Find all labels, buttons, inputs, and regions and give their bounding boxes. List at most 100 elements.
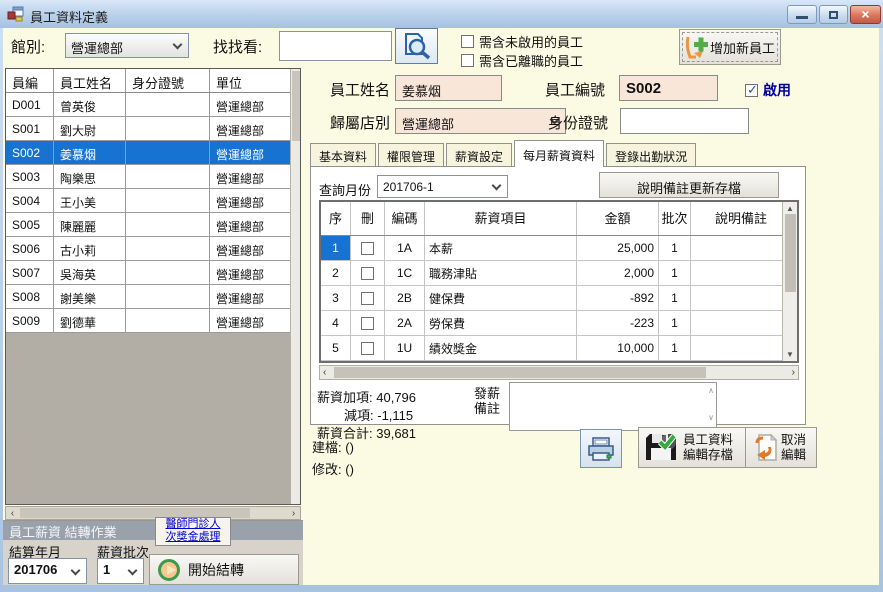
salary-table-row[interactable]: 42A勞保費-2231	[321, 311, 797, 336]
tab-basic-info[interactable]: 基本資料	[310, 143, 376, 167]
column-header: 序	[321, 202, 351, 235]
employee-list-cell: S009	[6, 309, 54, 332]
employee-list-cell: 營運總部	[210, 237, 300, 260]
delete-checkbox[interactable]	[351, 311, 385, 335]
add-employee-button[interactable]: 增加新員工	[679, 29, 781, 65]
employee-list-cell: S007	[6, 261, 54, 284]
salary-table-horizontal-scrollbar[interactable]: ‹ ›	[319, 365, 799, 380]
cancel-button-label: 取消編輯	[781, 433, 806, 463]
employee-list-row[interactable]: S001劉大尉營運總部	[6, 117, 300, 141]
scroll-right-icon[interactable]: ›	[792, 367, 795, 378]
employee-list-cell: 姜慕烟	[54, 141, 126, 164]
include-unactivated-checkbox[interactable]: 需含未啟用的員工	[461, 32, 583, 51]
salary-table-row[interactable]: 32B健保費-8921	[321, 286, 797, 311]
query-month-combobox[interactable]: 201706-1	[377, 175, 508, 198]
employee-list-row[interactable]: S002姜慕烟營運總部	[6, 141, 300, 165]
scroll-right-icon[interactable]: ›	[287, 507, 300, 520]
close-icon: ×	[861, 6, 869, 22]
employee-list-row[interactable]: S008謝美樂營運總部	[6, 285, 300, 309]
salary-table-row[interactable]: 21C職務津貼2,0001	[321, 261, 797, 286]
employee-list-row[interactable]: S009劉德華營運總部	[6, 309, 300, 333]
store-combobox[interactable]: 營運總部	[395, 108, 566, 134]
settle-month-combobox[interactable]: 201706	[8, 558, 87, 584]
transfer-panel-title: 員工薪資 結轉作業	[3, 521, 303, 540]
salary-table-row[interactable]: 51U績效獎金10,0001	[321, 336, 797, 361]
employee-list-cell: 謝美樂	[54, 285, 126, 308]
include-resigned-label: 需含已離職的員工	[479, 51, 583, 70]
scroll-down-icon[interactable]: ▼	[783, 350, 797, 359]
tab-permissions[interactable]: 權限管理	[378, 143, 444, 167]
scroll-left-icon[interactable]: ‹	[323, 367, 326, 378]
emp-name-field[interactable]: 姜慕烟	[395, 75, 502, 101]
salary-table-row[interactable]: 11A本薪25,0001	[321, 236, 797, 261]
scrollbar-thumb[interactable]	[785, 214, 796, 292]
settle-month-value: 201706	[14, 562, 57, 577]
employee-list-cell: 古小莉	[54, 237, 126, 260]
hall-combobox[interactable]: 營運總部	[65, 33, 189, 58]
search-button[interactable]	[395, 28, 438, 64]
tab-salary-settings[interactable]: 薪資設定	[446, 143, 512, 167]
restore-button[interactable]	[819, 5, 848, 24]
seq-cell: 2	[321, 261, 351, 285]
salary-batch-combobox[interactable]: 1	[97, 558, 144, 584]
employee-list-row[interactable]: S004王小美營運總部	[6, 189, 300, 213]
start-transfer-button[interactable]: 開始結轉	[149, 554, 299, 585]
batch-cell: 1	[659, 311, 691, 335]
delete-checkbox[interactable]	[351, 286, 385, 310]
employee-list-body: D001曾英俊營運總部S001劉大尉營運總部S002姜慕烟營運總部S003陶樂思…	[6, 93, 300, 333]
salary-table-vertical-scrollbar[interactable]: ▲ ▼	[782, 202, 797, 361]
doctor-bonus-link-line1[interactable]: 醫師門診人	[156, 518, 230, 531]
salary-table: 序 刪 編碼 薪資項目 金額 批次 說明備註 11A本薪25,000121C職務…	[319, 200, 799, 363]
scrollbar-thumb[interactable]	[292, 71, 300, 141]
print-button[interactable]	[580, 429, 622, 468]
scroll-up-icon[interactable]: ▲	[783, 204, 797, 213]
focus-outline	[682, 32, 778, 62]
doctor-bonus-link-line2[interactable]: 次獎金處理	[156, 531, 230, 544]
column-header: 薪資項目	[425, 202, 577, 235]
employee-list-row[interactable]: S006古小莉 營運總部	[6, 237, 300, 261]
include-resigned-checkbox[interactable]: 需含已離職的員工	[461, 51, 583, 70]
search-label: 找找看:	[213, 36, 262, 57]
amount-cell: -223	[577, 311, 659, 335]
delete-checkbox[interactable]	[351, 336, 385, 360]
save-employee-button[interactable]: 員工資料編輯存檔	[638, 427, 760, 468]
employee-list-row[interactable]: S005陳麗麗營運總部	[6, 213, 300, 237]
enable-checkbox[interactable]: 啟用	[745, 80, 791, 100]
employee-list-cell	[126, 237, 210, 260]
delete-checkbox[interactable]	[351, 236, 385, 260]
employee-list-cell: D001	[6, 93, 54, 116]
checkbox-icon	[361, 267, 374, 280]
employee-list-horizontal-scrollbar[interactable]: ‹ ›	[5, 506, 301, 520]
code-cell: 1C	[385, 261, 425, 285]
doctor-bonus-link-box[interactable]: 醫師門診人 次獎金處理	[155, 517, 231, 546]
update-note-button[interactable]: 說明備註更新存檔	[599, 172, 779, 198]
close-button[interactable]: ×	[850, 5, 881, 24]
employee-list-vertical-scrollbar[interactable]	[290, 69, 300, 504]
column-header: 員工姓名	[54, 69, 126, 92]
employee-list-row[interactable]: S007吳海英營運總部	[6, 261, 300, 285]
search-input[interactable]	[279, 31, 392, 61]
checkbox-icon	[361, 317, 374, 330]
employee-list-row[interactable]: D001曾英俊營運總部	[6, 93, 300, 117]
tab-monthly-salary[interactable]: 每月薪資資料	[514, 140, 604, 167]
code-cell: 2B	[385, 286, 425, 310]
tab-attendance[interactable]: 登錄出勤狀況	[606, 143, 696, 167]
emp-id-field[interactable]: S002	[619, 75, 718, 101]
cancel-edit-button[interactable]: 取消編輯	[745, 427, 817, 468]
delete-checkbox[interactable]	[351, 261, 385, 285]
textarea-scroll-icons[interactable]: ∧∨	[708, 386, 714, 422]
employee-list-row[interactable]: S003陶樂思營運總部	[6, 165, 300, 189]
scrollbar-thumb[interactable]	[334, 367, 706, 378]
pay-note-textarea[interactable]: ∧∨	[509, 382, 717, 431]
employee-list-cell: S006	[6, 237, 54, 260]
scroll-left-icon[interactable]: ‹	[6, 507, 19, 520]
query-month-value: 201706-1	[383, 180, 434, 194]
save-button-label: 員工資料編輯存檔	[683, 433, 733, 463]
minimize-button[interactable]	[787, 5, 817, 24]
idno-field[interactable]	[620, 108, 749, 134]
employee-list-cell	[126, 285, 210, 308]
start-transfer-label: 開始結轉	[188, 560, 244, 580]
column-header: 金額	[577, 202, 659, 235]
column-header: 身分證號	[126, 69, 210, 92]
batch-cell: 1	[659, 336, 691, 360]
